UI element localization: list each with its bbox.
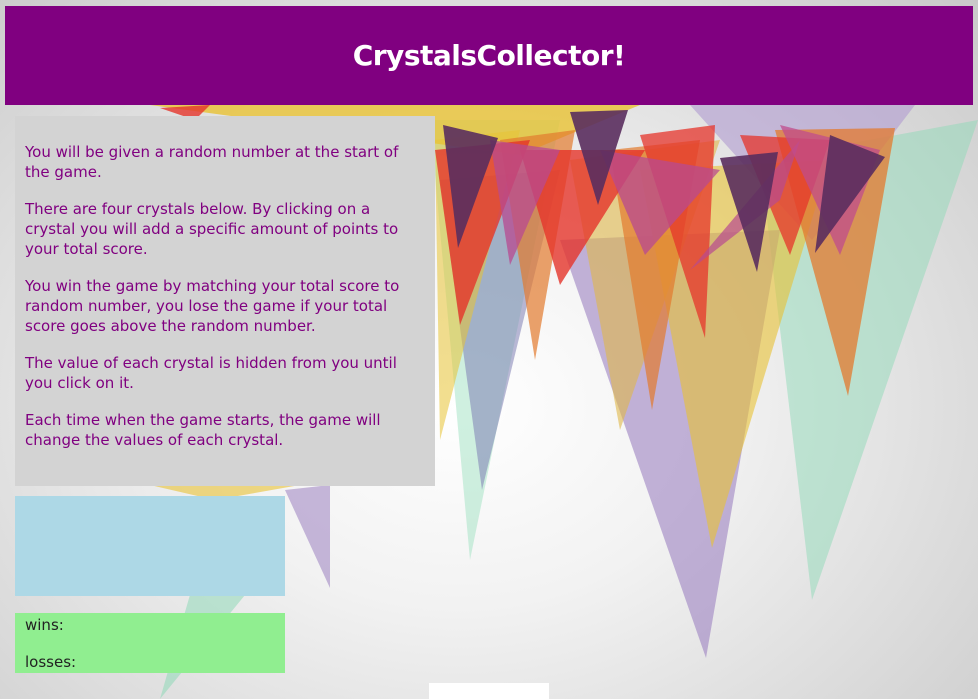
page-title: CrystalsCollector! [352,39,626,72]
instruction-paragraph: Each time when the game starts, the game… [25,411,381,449]
crystals-area[interactable] [429,683,549,699]
target-number-box [15,496,285,596]
losses-label: losses: [25,653,77,671]
instruction-paragraph: The value of each crystal is hidden from… [25,354,397,392]
page-header: CrystalsCollector! [5,6,973,105]
wins-row: wins: [25,615,275,635]
instruction-paragraph: You win the game by matching your total … [25,277,400,335]
losses-row: losses: [25,652,275,672]
scoreboard: wins: losses: [15,613,285,673]
instructions-panel: You will be given a random number at the… [15,116,435,486]
wins-label: wins: [25,616,64,634]
instruction-paragraph: You will be given a random number at the… [25,143,399,181]
instruction-paragraph: There are four crystals below. By clicki… [25,200,399,258]
